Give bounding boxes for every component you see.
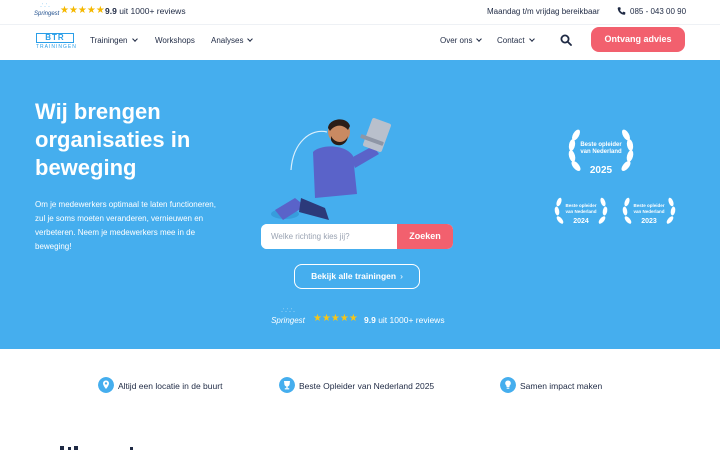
chevron-down-icon	[247, 36, 254, 42]
training-search: Zoeken	[261, 224, 453, 249]
nav-item-contact[interactable]: Contact	[497, 36, 535, 45]
rating-summary: 9.9 uit 1000+ reviews	[105, 6, 186, 16]
main-nav: BTR TRAININGEN Trainingen Workshops Anal…	[0, 24, 720, 60]
location-pin-icon	[98, 377, 114, 393]
btr-logo[interactable]: BTR TRAININGEN	[36, 33, 76, 51]
search-icon[interactable]	[560, 34, 572, 46]
nav-item-label: Trainingen	[90, 36, 128, 45]
hero-title: Wij brengen organisaties in beweging	[35, 99, 191, 180]
top-bar: ·˙·˙· Springest ★★★★★ 9.9 uit 1000+ revi…	[0, 0, 720, 24]
hero-intro: Om je medewerkers optimaal te laten func…	[35, 200, 216, 251]
rating-stars-icon: ★★★★★	[313, 313, 358, 324]
springest-logo-text: Springest	[34, 11, 60, 17]
springest-logo[interactable]: ·˙·˙·˙· Springest	[268, 308, 308, 330]
chevron-right-icon: ›	[400, 271, 403, 281]
nav-item-label: Contact	[497, 36, 525, 45]
rating-text: uit 1000+ reviews	[116, 6, 186, 16]
logo-mark: BTR	[36, 33, 74, 43]
feature-label: Samen impact maken	[520, 381, 603, 391]
award-label: Beste opleider van Nederland	[630, 203, 668, 214]
nav-item-over-ons[interactable]: Over ons	[440, 36, 483, 45]
award-year: 2023	[641, 218, 657, 225]
feature-label: Beste Opleider van Nederland 2025	[299, 381, 435, 391]
hero-section: Wij brengen organisaties in beweging Om …	[0, 60, 720, 349]
award-badge-2025: Beste opleider van Nederland 2025	[566, 126, 636, 182]
award-line-2: van Nederland	[580, 149, 622, 155]
feature-label: Altijd een locatie in de buurt	[118, 381, 223, 391]
award-line-2: van Nederland	[565, 208, 597, 214]
phone-icon	[617, 7, 626, 15]
all-trainings-button[interactable]: Bekijk alle trainingen ›	[294, 264, 420, 289]
chevron-down-icon	[131, 36, 138, 42]
award-year: 2025	[589, 165, 613, 176]
nav-item-label: Analyses	[211, 36, 244, 45]
rating-score: 9.9	[364, 315, 376, 325]
opening-hours: Maandag t/m vrijdag bereikbaar	[487, 7, 600, 16]
chevron-down-icon	[476, 36, 483, 42]
award-label: Beste opleider van Nederland	[562, 203, 600, 214]
ontvang-advies-button[interactable]: Ontvang advies	[591, 27, 685, 52]
award-line-1: Beste opleider	[565, 203, 597, 208]
rating-text: uit 1000+ reviews	[375, 315, 445, 325]
logo-subtitle: TRAININGEN	[36, 44, 77, 50]
rating-stars-icon: ★★★★★	[60, 5, 105, 16]
nav-item-workshops[interactable]: Workshops	[155, 36, 195, 45]
award-label: Beste opleider van Nederland	[578, 142, 624, 156]
award-badge-2023: Beste opleider van Nederland 2023	[621, 193, 677, 229]
lightbulb-icon	[500, 377, 516, 393]
person-with-laptop-illustration	[271, 118, 391, 220]
springest-logo-text: Springest	[271, 316, 305, 325]
chevron-down-icon	[528, 36, 535, 42]
nav-item-label: Over ons	[440, 36, 473, 45]
springest-logo[interactable]: ·˙·˙· Springest	[34, 4, 60, 20]
nav-item-trainingen[interactable]: Trainingen	[90, 36, 138, 45]
award-badge-2024: Beste opleider van Nederland 2024	[553, 193, 609, 229]
award-line-1: Beste opleider	[580, 142, 622, 148]
training-search-input[interactable]	[261, 224, 397, 249]
rating-score: 9.9	[105, 6, 117, 16]
award-line-2: van Nederland	[633, 208, 665, 214]
rating-summary: 9.9 uit 1000+ reviews	[364, 315, 445, 325]
next-section-heading-peek	[60, 446, 133, 450]
all-trainings-label: Bekijk alle trainingen	[311, 271, 397, 281]
award-line-1: Beste opleider	[633, 203, 665, 208]
award-year: 2024	[573, 218, 589, 225]
nav-item-label: Workshops	[155, 36, 195, 45]
trophy-icon	[279, 377, 295, 393]
phone-number[interactable]: 085 - 043 00 90	[630, 7, 686, 16]
nav-item-analyses[interactable]: Analyses	[211, 36, 254, 45]
springest-dots-icon: ·˙·˙·˙·	[281, 309, 295, 315]
search-submit-button[interactable]: Zoeken	[397, 224, 453, 249]
